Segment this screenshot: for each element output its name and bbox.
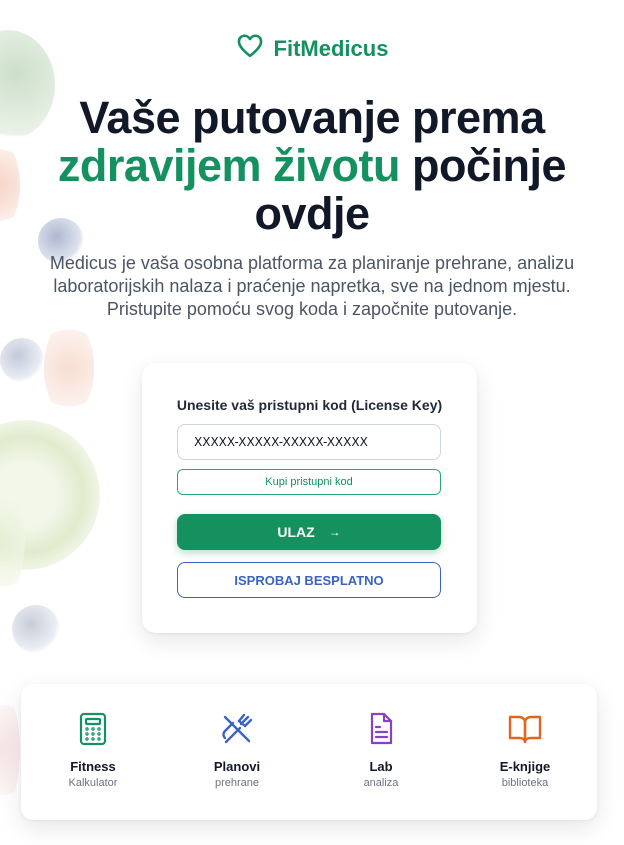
brand-name: FitMedicus	[273, 35, 389, 61]
license-key-label: Unesite vaš pristupni kod (License Key)	[176, 397, 443, 413]
buy-access-code-button[interactable]: Kupi pristupni kod	[177, 469, 441, 495]
hero-subtitle: Medicus je vaša osobna platforma za plan…	[49, 253, 575, 319]
feature-subtitle: prehrane	[214, 777, 260, 789]
feature-subtitle: Kalkulator	[68, 777, 118, 789]
feature-subtitle: analiza	[363, 777, 399, 789]
book-icon	[508, 712, 542, 746]
feature-lab[interactable]: Lab analiza	[309, 684, 453, 820]
heart-icon	[236, 32, 264, 65]
features-panel: Fitness Kalkulator Planovi prehrane Lab …	[21, 684, 597, 820]
feature-fitness[interactable]: Fitness Kalkulator	[21, 684, 165, 820]
fork-knife-icon	[220, 712, 254, 746]
arrow-right-icon: →	[328, 525, 341, 539]
login-card: Unesite vaš pristupni kod (License Key) …	[142, 363, 477, 633]
feature-meal-plans[interactable]: Planovi prehrane	[165, 684, 309, 820]
feature-ebooks[interactable]: E-knjige biblioteka	[453, 684, 597, 820]
hero-title-part1: Vaše putovanje prema	[79, 92, 545, 143]
enter-button[interactable]: ULAZ →	[177, 514, 441, 550]
hero-title: Vaše putovanje prema zdravijem životu po…	[20, 94, 604, 238]
feature-title: Planovi	[213, 759, 261, 774]
feature-title: E-knjige	[499, 759, 551, 774]
feature-title: Fitness	[70, 759, 116, 774]
try-free-button[interactable]: ISPROBAJ BESPLATNO	[177, 562, 441, 598]
document-icon	[364, 712, 398, 746]
feature-title: Lab	[369, 759, 393, 774]
brand-header: FitMedicus	[0, 32, 624, 65]
feature-subtitle: biblioteka	[501, 777, 549, 789]
hero-title-accent: zdravijem životu	[57, 140, 401, 191]
enter-button-label: ULAZ	[277, 524, 315, 540]
license-key-input[interactable]	[177, 424, 441, 460]
calculator-icon	[76, 712, 110, 746]
